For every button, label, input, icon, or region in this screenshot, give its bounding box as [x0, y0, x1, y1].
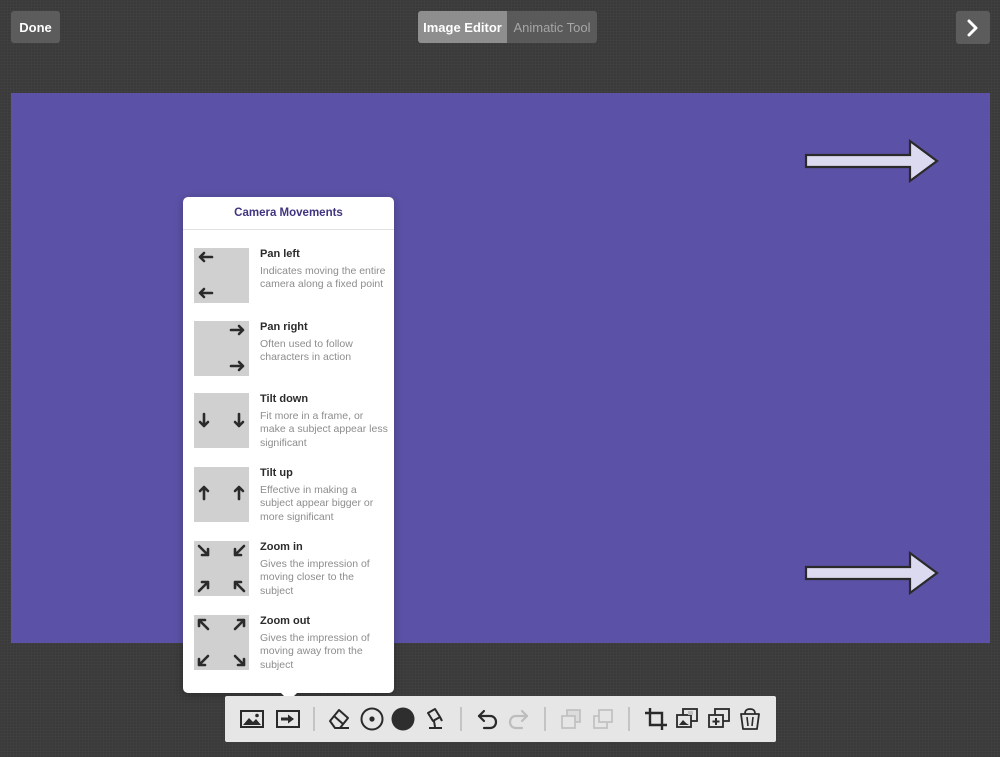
- crop-icon: [645, 708, 667, 730]
- toolbar-divider: [628, 707, 630, 731]
- color-button[interactable]: [388, 704, 418, 734]
- send-backward-button[interactable]: [556, 704, 586, 734]
- bring-forward-icon: [593, 709, 613, 729]
- mode-switcher: Image Editor Animatic Tool: [418, 11, 597, 43]
- toolbar-divider: [544, 707, 546, 731]
- camera-movement-button[interactable]: [273, 704, 303, 734]
- camera-movements-popover: Camera Movements Pan left Indicates movi…: [183, 197, 394, 701]
- trash-icon: [740, 708, 760, 730]
- camera-movement-icon: [276, 710, 300, 728]
- color-icon: [391, 707, 415, 731]
- popover-title: Camera Movements: [183, 197, 394, 230]
- delete-button[interactable]: [735, 704, 765, 734]
- movement-title: Zoom in: [260, 541, 303, 553]
- brush-size-icon: [360, 707, 384, 731]
- image-tool-button[interactable]: [237, 704, 267, 734]
- add-layer-icon: [708, 708, 730, 728]
- movement-title: Tilt down: [260, 393, 309, 405]
- arrow-right-shape[interactable]: [804, 138, 942, 186]
- add-layer-button[interactable]: [704, 704, 734, 734]
- bottom-toolbar: [225, 696, 776, 742]
- image-icon: [240, 710, 264, 728]
- eraser-icon: [329, 709, 349, 729]
- undo-icon: [477, 709, 498, 730]
- movement-title: Pan right: [260, 321, 308, 333]
- toolbar-divider: [313, 707, 315, 731]
- arrow-right-shape[interactable]: [804, 550, 942, 598]
- movement-title: Tilt up: [260, 467, 293, 479]
- zoom-out-icon: [194, 615, 249, 670]
- undo-button[interactable]: [473, 704, 503, 734]
- tab-image-editor[interactable]: Image Editor: [418, 11, 507, 43]
- fill-button[interactable]: [420, 704, 450, 734]
- movement-title: Zoom out: [260, 615, 311, 627]
- toolbar-divider: [460, 707, 462, 731]
- chevron-right-icon: [967, 19, 978, 36]
- eraser-button[interactable]: [324, 704, 354, 734]
- image-canvas[interactable]: [11, 93, 990, 643]
- fill-icon: [427, 708, 443, 729]
- movement-description: Indicates moving the entire camera along…: [260, 265, 386, 291]
- crop-button[interactable]: [641, 704, 671, 734]
- tilt-down-icon: [194, 393, 249, 448]
- movement-description: Fit more in a frame, or make a subject a…: [260, 410, 388, 449]
- pan-left-icon: [194, 248, 249, 303]
- bring-forward-button[interactable]: [588, 704, 618, 734]
- done-button[interactable]: Done: [11, 11, 60, 43]
- tilt-up-icon: [194, 467, 249, 522]
- brush-size-button[interactable]: [357, 704, 387, 734]
- movement-description: Gives the impression of moving closer to…: [260, 558, 370, 597]
- send-backward-icon: [561, 709, 581, 729]
- movement-title: Pan left: [260, 248, 300, 260]
- tab-animatic-tool[interactable]: Animatic Tool: [507, 11, 597, 43]
- redo-button[interactable]: [503, 704, 533, 734]
- duplicate-icon: [676, 708, 698, 728]
- next-button[interactable]: [956, 11, 990, 44]
- redo-icon: [508, 709, 529, 730]
- movement-description: Often used to follow characters in actio…: [260, 338, 353, 364]
- pan-right-icon: [194, 321, 249, 376]
- duplicate-button[interactable]: [672, 704, 702, 734]
- zoom-in-icon: [194, 541, 249, 596]
- movement-description: Gives the impression of moving away from…: [260, 632, 370, 671]
- movement-description: Effective in making a subject appear big…: [260, 484, 374, 523]
